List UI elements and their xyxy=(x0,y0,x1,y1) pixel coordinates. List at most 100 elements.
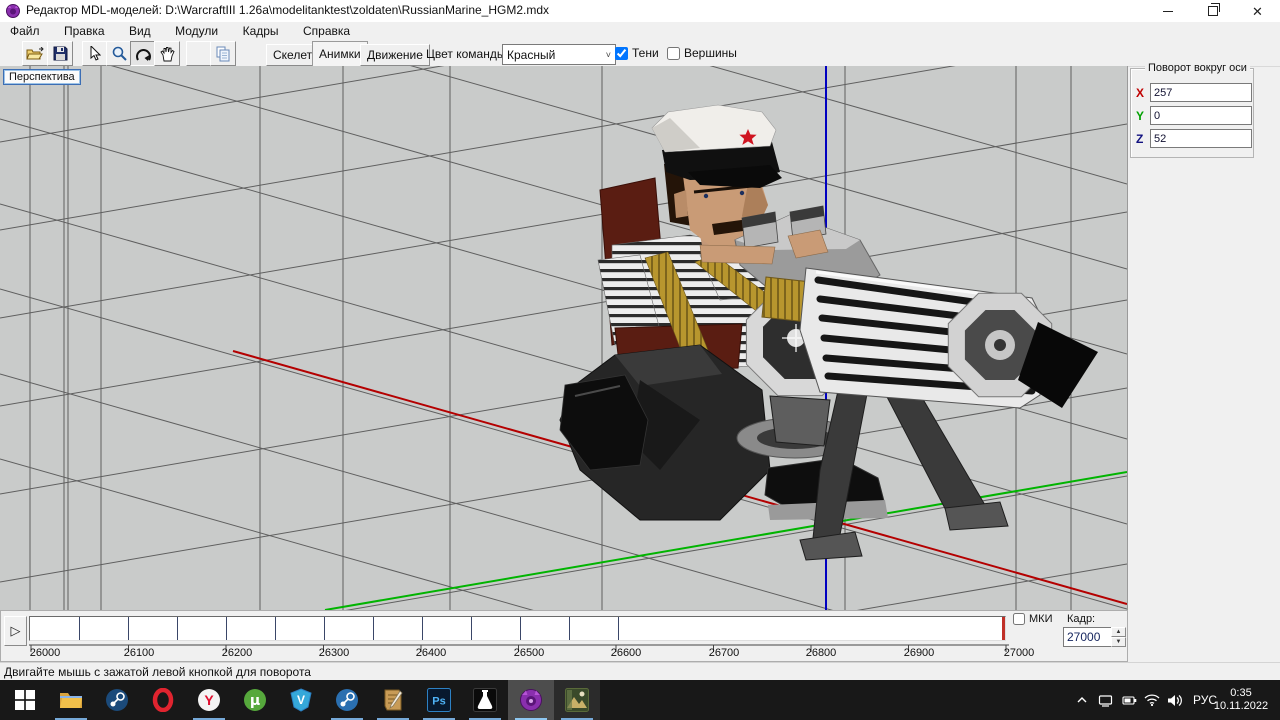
vertices-checkbox[interactable] xyxy=(667,46,680,60)
copy-button[interactable] xyxy=(210,41,236,66)
open-button[interactable] xyxy=(22,41,48,66)
opera-button[interactable] xyxy=(140,680,186,720)
spin-up-button[interactable]: ▲ xyxy=(1111,627,1126,637)
pan-tool-button[interactable] xyxy=(154,41,180,66)
x-rotation-input[interactable] xyxy=(1150,83,1252,102)
scroll-quill-icon xyxy=(384,689,403,711)
app-icon[interactable] xyxy=(6,4,20,18)
tick-label: 26500 xyxy=(513,647,545,659)
menu-help[interactable]: Справка xyxy=(293,22,360,40)
menu-edit[interactable]: Правка xyxy=(54,22,115,40)
team-color-value: Красный xyxy=(507,47,556,62)
open-folder-icon xyxy=(26,46,44,59)
steam-icon xyxy=(106,689,128,711)
keyframe-divider xyxy=(275,617,276,640)
window-title: Редактор MDL-моделей: D:\WarcraftIII 1.2… xyxy=(26,3,550,17)
tray-volume-button[interactable] xyxy=(1163,680,1187,720)
keyframe-divider xyxy=(324,617,325,640)
tick-label: 26900 xyxy=(903,647,935,659)
cast-display-icon xyxy=(1098,694,1112,707)
mdl-editor-icon xyxy=(520,689,542,711)
utorrent-button[interactable]: µ xyxy=(232,680,278,720)
wifi-icon xyxy=(1144,694,1160,706)
taskbar: Y µ V Ps РУС 0:35 10.11.2022 xyxy=(0,680,1280,720)
frame-input[interactable] xyxy=(1063,627,1113,647)
minimize-icon xyxy=(1162,10,1173,12)
mki-label: МКИ xyxy=(1029,613,1053,625)
menu-file[interactable]: Файл xyxy=(0,22,50,40)
y-rotation-input[interactable] xyxy=(1150,106,1252,125)
close-button[interactable]: ✕ xyxy=(1235,0,1280,22)
shadows-checkbox[interactable] xyxy=(615,46,628,60)
select-tool-button[interactable] xyxy=(82,41,108,66)
file-explorer-button[interactable] xyxy=(48,680,94,720)
y-axis-label: Y xyxy=(1136,109,1145,123)
menu-modules[interactable]: Модули xyxy=(165,22,228,40)
keyframe-divider xyxy=(373,617,374,640)
keyframe-divider xyxy=(128,617,129,640)
yandex-browser-button[interactable]: Y xyxy=(186,680,232,720)
rotation-panel-title: Поворот вокруг оси xyxy=(1145,62,1250,74)
windows-logo-icon xyxy=(15,690,35,710)
save-button[interactable] xyxy=(47,41,73,66)
rotation-panel: Поворот вокруг оси X Y Z xyxy=(1130,62,1254,158)
vertices-row: Вершины xyxy=(667,46,737,60)
tray-battery-button[interactable] xyxy=(1118,680,1140,720)
steam-button[interactable] xyxy=(94,680,140,720)
shadows-label: Тени xyxy=(632,46,659,60)
z-rotation-input[interactable] xyxy=(1150,129,1252,148)
photoshop-button[interactable]: Ps xyxy=(416,680,462,720)
keyframe-divider xyxy=(177,617,178,640)
play-button[interactable]: ▷ xyxy=(4,616,27,646)
minimize-button[interactable] xyxy=(1145,0,1190,22)
mdl-editor-button[interactable] xyxy=(508,680,554,720)
timeline-ruler xyxy=(29,644,1009,652)
blank-tool-button[interactable] xyxy=(186,41,212,66)
flask-icon xyxy=(473,688,497,712)
spin-down-button[interactable]: ▼ xyxy=(1111,637,1126,647)
axis-x-row: X xyxy=(1131,83,1253,102)
utorrent-icon: µ xyxy=(244,689,266,711)
frame-label: Кадр: xyxy=(1067,613,1096,625)
tray-clock[interactable]: 0:35 10.11.2022 xyxy=(1206,680,1276,720)
file-explorer-icon xyxy=(60,693,82,708)
tray-wifi-button[interactable] xyxy=(1141,680,1163,720)
tick-label: 26200 xyxy=(221,647,253,659)
viewport-canvas xyxy=(0,66,1127,610)
flask-app-button[interactable] xyxy=(462,680,508,720)
menu-bar: Файл Правка Вид Модули Кадры Справка xyxy=(0,22,1280,40)
perspective-mode-button[interactable]: Перспектива xyxy=(3,69,81,85)
perspective-viewport[interactable]: Перспектива xyxy=(0,66,1128,610)
movement-button[interactable]: Движение xyxy=(360,44,430,66)
steam-2-button[interactable] xyxy=(324,680,370,720)
team-color-label: Цвет команды: xyxy=(426,47,509,61)
image-app-button[interactable] xyxy=(554,680,600,720)
menu-frames[interactable]: Кадры xyxy=(233,22,289,40)
rotate-tool-button[interactable] xyxy=(130,41,156,66)
tray-expand-button[interactable] xyxy=(1072,680,1092,720)
tray-cast-button[interactable] xyxy=(1094,680,1116,720)
team-color-dropdown[interactable]: Красный ˅ xyxy=(502,44,616,65)
timeline-track[interactable] xyxy=(29,616,1006,641)
start-button[interactable] xyxy=(2,680,48,720)
status-bar: Двигайте мышь с зажатой левой кнопкой дл… xyxy=(0,662,1280,681)
tick-label: 26600 xyxy=(610,647,642,659)
restore-icon xyxy=(1207,3,1220,16)
tray-date: 10.11.2022 xyxy=(1213,700,1269,712)
vertices-label: Вершины xyxy=(684,46,737,60)
scroll-app-button[interactable] xyxy=(370,680,416,720)
menu-view[interactable]: Вид xyxy=(119,22,161,40)
chevron-up-icon xyxy=(1077,697,1087,703)
keyframe-divider xyxy=(226,617,227,640)
x-axis-label: X xyxy=(1136,86,1145,100)
keyframe-divider xyxy=(520,617,521,640)
title-bar: Редактор MDL-моделей: D:\WarcraftIII 1.2… xyxy=(0,0,1280,23)
timeline-panel: ▷ 26000 26100 26200 26300 26400 26500 26… xyxy=(0,610,1128,662)
zoom-tool-button[interactable] xyxy=(106,41,132,66)
mki-checkbox[interactable] xyxy=(1013,613,1025,625)
vpn-shield-button[interactable]: V xyxy=(278,680,324,720)
restore-button[interactable] xyxy=(1190,0,1235,22)
copy-icon xyxy=(216,46,230,61)
magnifier-icon xyxy=(112,46,127,61)
keyframe-divider xyxy=(569,617,570,640)
